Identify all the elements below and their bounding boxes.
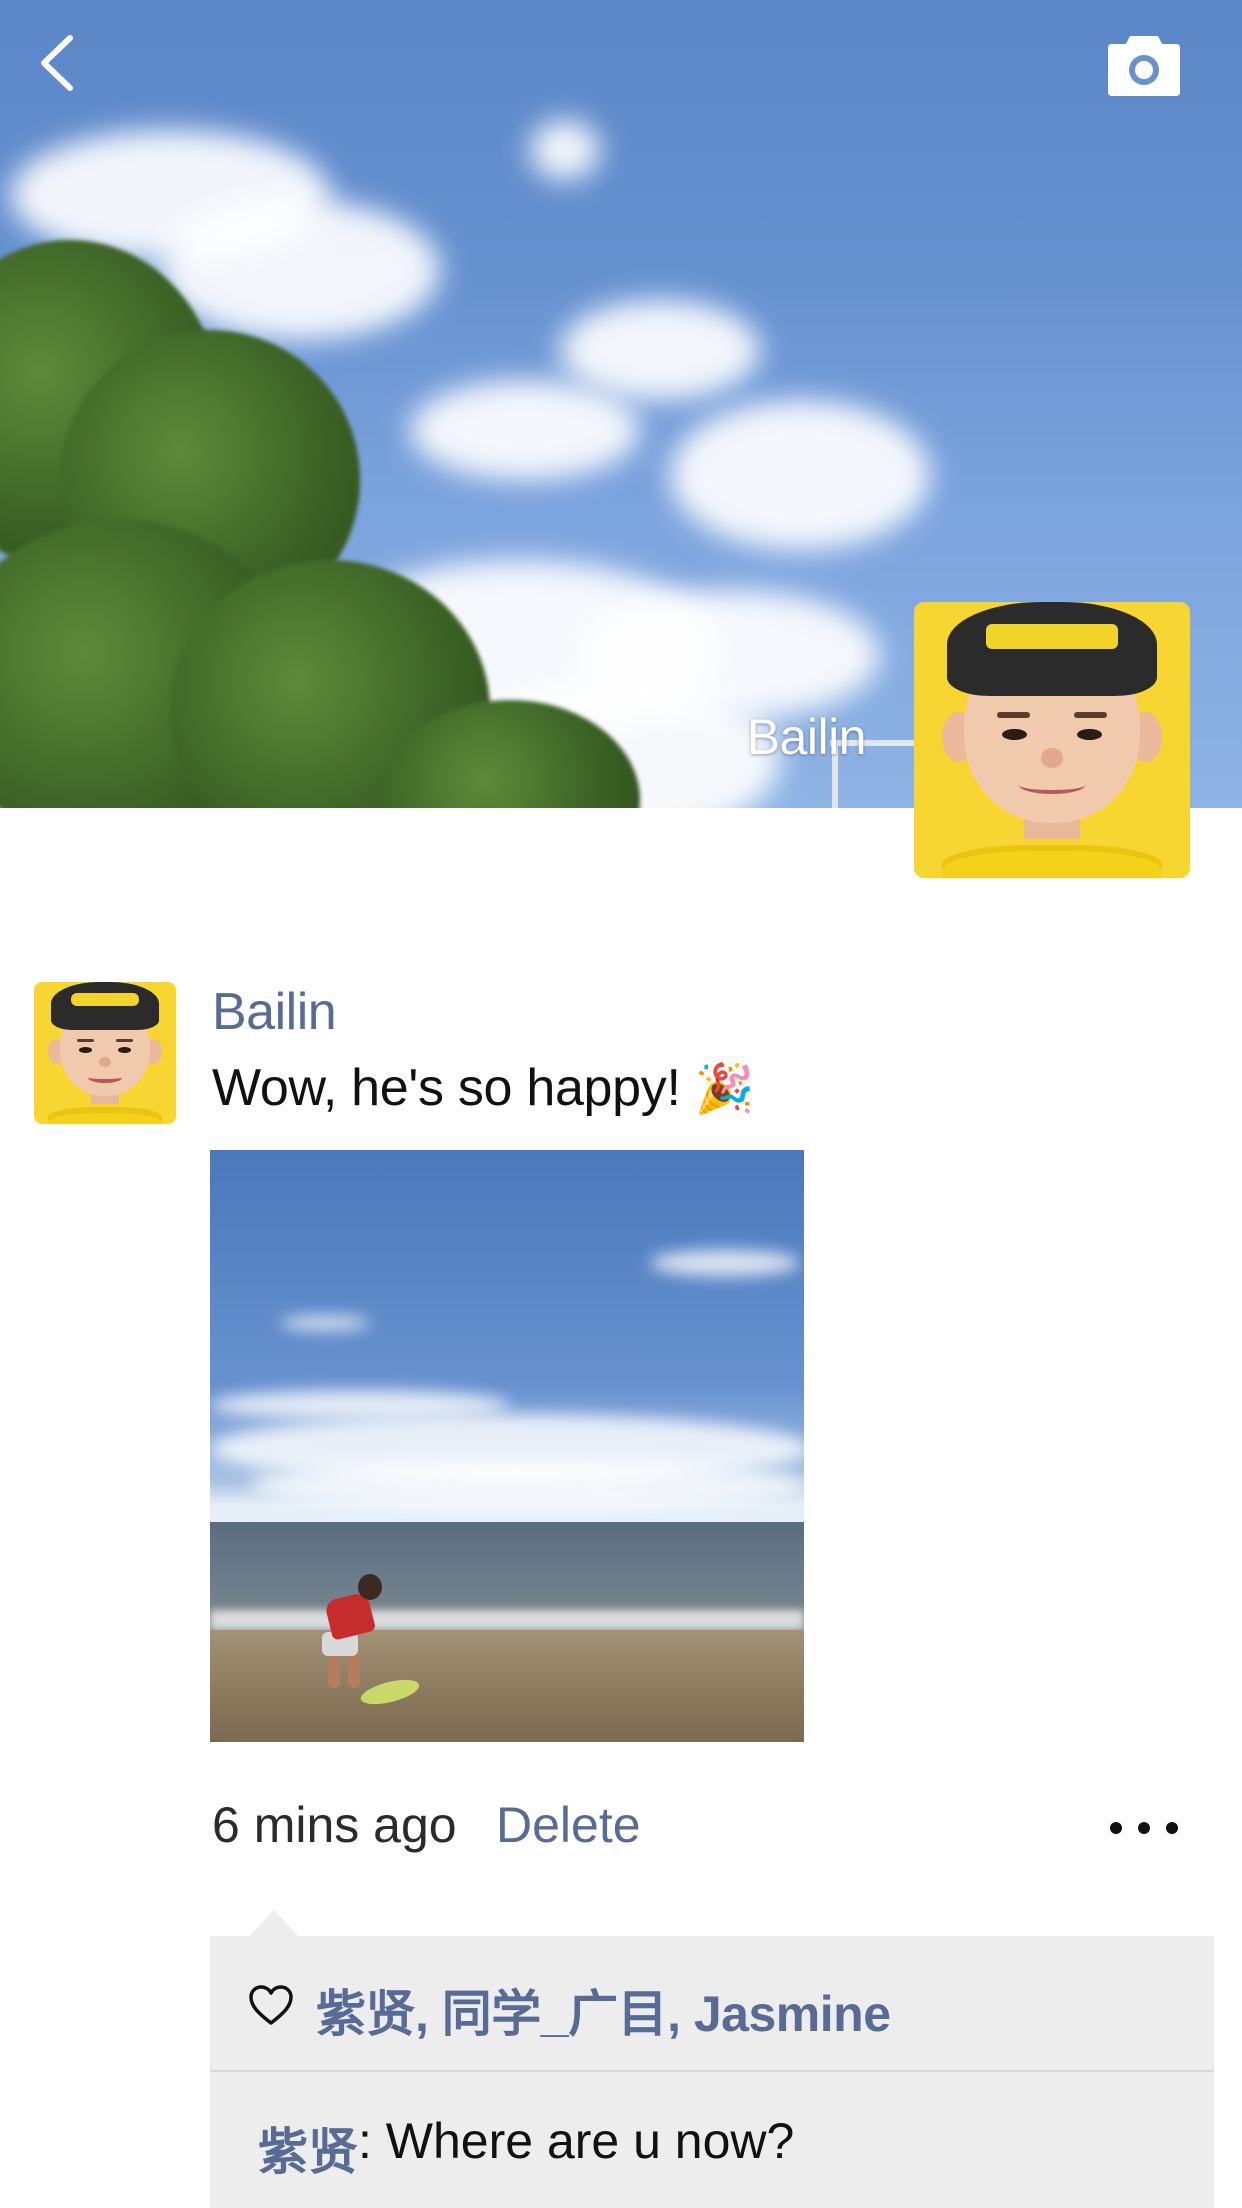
- cover-cloud: [670, 400, 930, 550]
- cover-cloud: [560, 300, 760, 400]
- cover-cloud: [160, 200, 440, 340]
- profile-name: Bailin: [746, 709, 867, 765]
- panel-pointer: [248, 1910, 300, 1938]
- delete-button[interactable]: Delete: [496, 1796, 641, 1854]
- post-author-name[interactable]: Bailin: [212, 982, 337, 1042]
- post-author-avatar[interactable]: [34, 982, 176, 1124]
- likes-names[interactable]: 紫贤, 同学_广目, Jasmine: [316, 1974, 891, 2046]
- back-button[interactable]: [30, 30, 90, 96]
- cover-cloud: [530, 120, 600, 180]
- avatar-face: [34, 982, 176, 1124]
- post-photo[interactable]: [210, 1150, 804, 1742]
- photo-cloud: [280, 1316, 370, 1330]
- comment-item[interactable]: 紫贤 : Where are u now?: [210, 2072, 1214, 2208]
- profile-avatar[interactable]: [914, 602, 1190, 878]
- ellipsis-icon: [1110, 1822, 1178, 1834]
- photo-foam: [210, 1610, 804, 1630]
- camera-button[interactable]: [1106, 30, 1182, 98]
- cover-cloud: [410, 380, 640, 480]
- post-text-body: Wow, he's so happy!: [212, 1059, 681, 1117]
- party-popper-icon: 🎉: [694, 1063, 755, 1116]
- chevron-left-icon: [41, 35, 73, 91]
- comment-author[interactable]: 紫贤: [258, 2112, 358, 2184]
- likes-comments-panel: 紫贤, 同学_广目, Jasmine 紫贤 : Where are u now?: [210, 1936, 1214, 2208]
- heart-outline-icon: [249, 1985, 293, 2025]
- post-timestamp: 6 mins ago: [212, 1797, 457, 1853]
- avatar-face: [914, 602, 1190, 878]
- likes-row: 紫贤, 同学_广目, Jasmine: [210, 1936, 1214, 2072]
- camera-icon: [1108, 36, 1180, 96]
- photo-kid-head: [358, 1574, 382, 1600]
- photo-beach: [210, 1630, 804, 1742]
- comment-text: : Where are u now?: [358, 2113, 795, 2169]
- photo-cloud: [250, 1460, 804, 1510]
- post-text: Wow, he's so happy! 🎉: [212, 1058, 755, 1118]
- photo-cloud: [650, 1250, 800, 1276]
- more-button[interactable]: [1106, 1806, 1182, 1850]
